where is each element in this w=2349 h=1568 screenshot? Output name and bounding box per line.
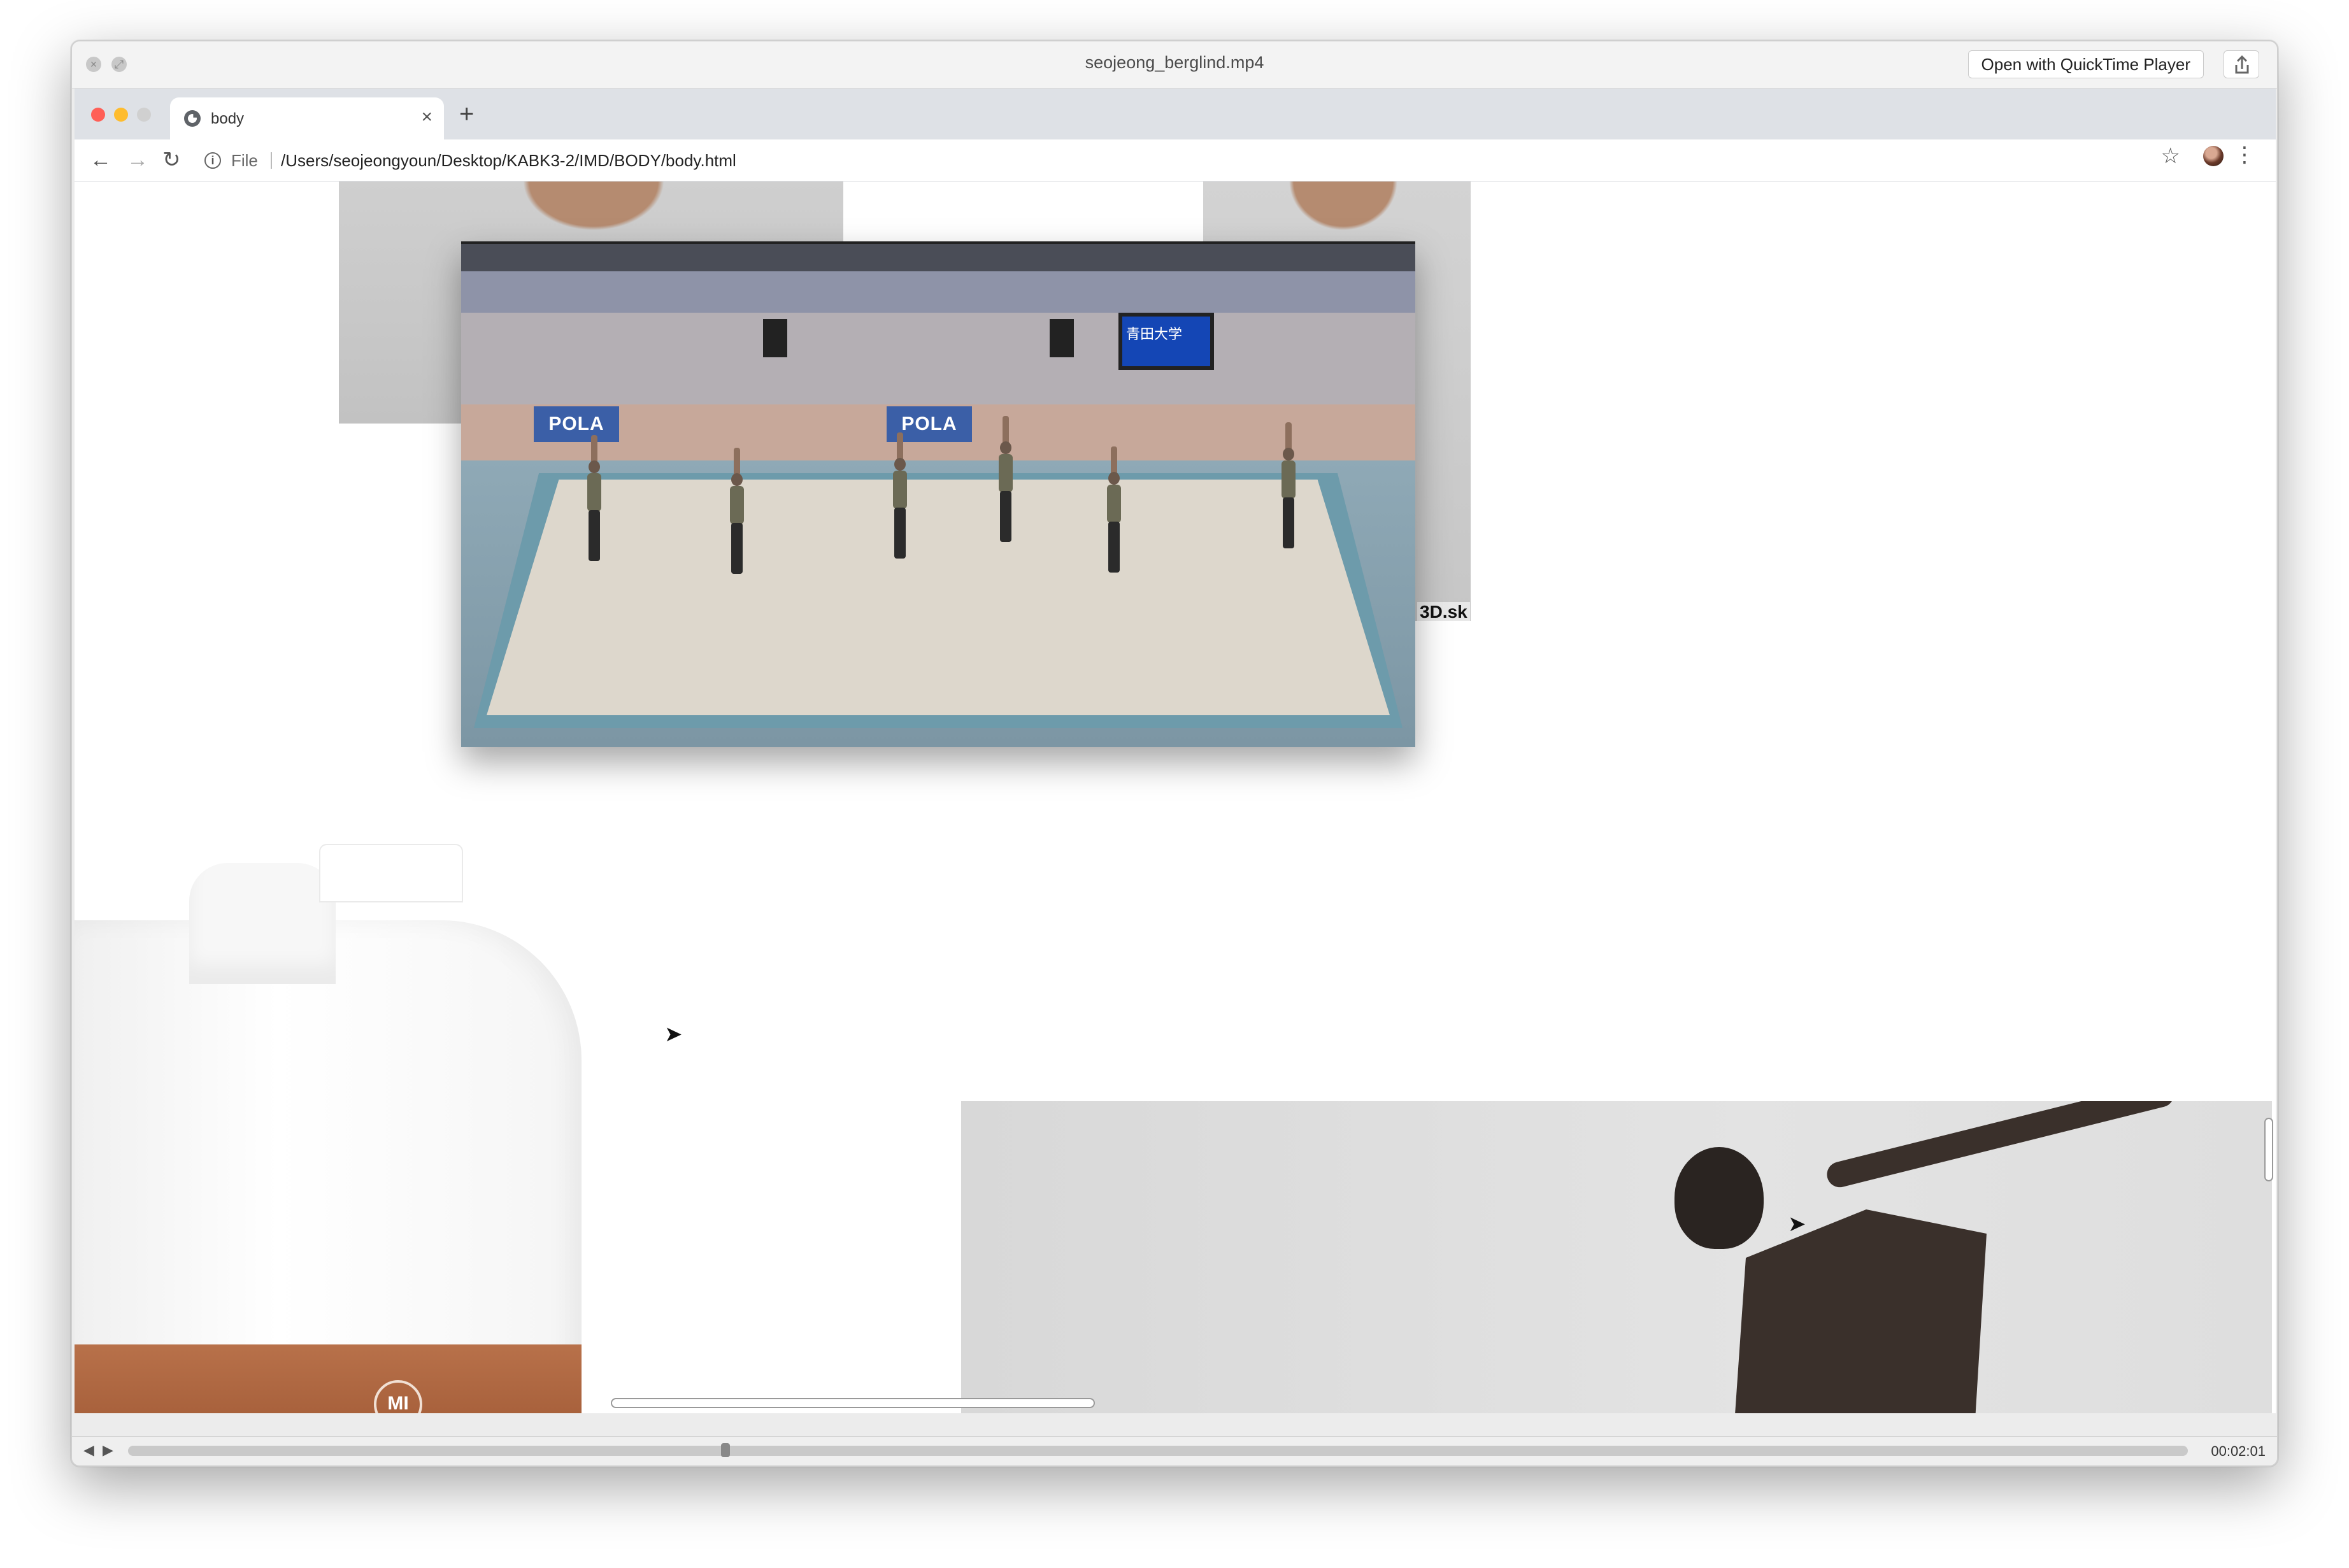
address-separator [271,152,272,169]
maximize-window-icon[interactable] [137,108,151,122]
tab-body[interactable]: body × [170,97,444,139]
mouse-cursor-icon: ➤ [664,1022,683,1046]
tab-strip: body × + [75,89,2276,139]
bottle-label: MI [75,1344,582,1413]
bottle-image: MI [75,844,584,1413]
volume-icon[interactable]: ◀ [83,1442,94,1458]
pola-sign: POLA [534,406,619,442]
bottle-handle [189,863,336,984]
hand-cursor-icon: ➤ [1788,1212,1806,1236]
url-text[interactable]: /Users/seojeongyoun/Desktop/KABK3-2/IMD/… [281,151,736,171]
chrome-window: body × + ← → ↻ i File /Users/seojeongyou… [75,89,2276,1413]
bottle-cap [319,844,463,902]
bookmark-star-icon[interactable]: ☆ [2161,143,2180,169]
watermark-text: 3D.sk [1417,602,1470,622]
timecode: 00:02:01 [2211,1443,2266,1459]
back-icon[interactable]: ← [90,146,111,174]
browser-toolbar: ← → ↻ i File /Users/seojeongyoun/Desktop… [75,139,2276,182]
quicktime-titlebar: × ⤢ seojeong_berglind.mp4 Open with Quic… [72,41,2277,89]
vertical-scrollbar[interactable] [2264,1118,2273,1181]
speaker [763,319,787,357]
file-label: File [231,151,258,170]
dancer-photo [961,1101,2272,1413]
open-with-quicktime-button[interactable]: Open with QuickTime Player [1967,50,2204,78]
speaker [1050,319,1074,357]
page-viewport: 3D.sk 青田大学 POLA POLA MI ➤ ➤ [75,182,2276,1413]
gym-mat [487,480,1390,715]
profile-avatar[interactable] [2203,146,2224,166]
minimize-window-icon[interactable] [114,108,128,122]
gymnast-figure [727,448,746,575]
address-bar[interactable]: i File /Users/seojeongyoun/Desktop/KABK3… [199,145,2199,176]
gymnastics-video-still: 青田大学 POLA POLA [461,241,1415,747]
kebab-menu-icon[interactable]: ⋮ [2234,142,2255,167]
reload-icon[interactable]: ↻ [162,146,181,174]
gymnast-figure [996,416,1015,543]
tab-title: body [211,110,245,127]
share-icon[interactable] [2224,50,2259,78]
bottle-body [75,920,582,1413]
close-window-icon[interactable] [91,108,105,122]
gymnast-figure [890,432,910,560]
playhead-handle[interactable] [720,1443,730,1457]
quicktime-window: × ⤢ seojeong_berglind.mp4 Open with Quic… [71,40,2278,1467]
dancer-figure [1662,1101,2177,1413]
play-icon[interactable]: ▶ [103,1442,113,1458]
new-tab-button[interactable]: + [459,101,474,127]
gymnast-figure [1279,422,1298,550]
tab-close-icon[interactable]: × [421,106,432,128]
bottle-logo: MI [374,1380,422,1413]
gymnast-figure [1104,446,1124,574]
scoreboard-screen: 青田大学 [1118,313,1214,370]
forward-icon[interactable]: → [127,146,148,174]
info-icon[interactable]: i [204,152,221,169]
horizontal-scrollbar[interactable] [611,1398,1095,1408]
timeline-scrubber[interactable] [128,1443,2188,1457]
video-filename: seojeong_berglind.mp4 [1085,53,1264,72]
globe-icon [184,110,201,127]
quicktime-controls: ◀ ▶ 00:02:01 [72,1436,2277,1465]
gymnast-figure [585,435,604,562]
